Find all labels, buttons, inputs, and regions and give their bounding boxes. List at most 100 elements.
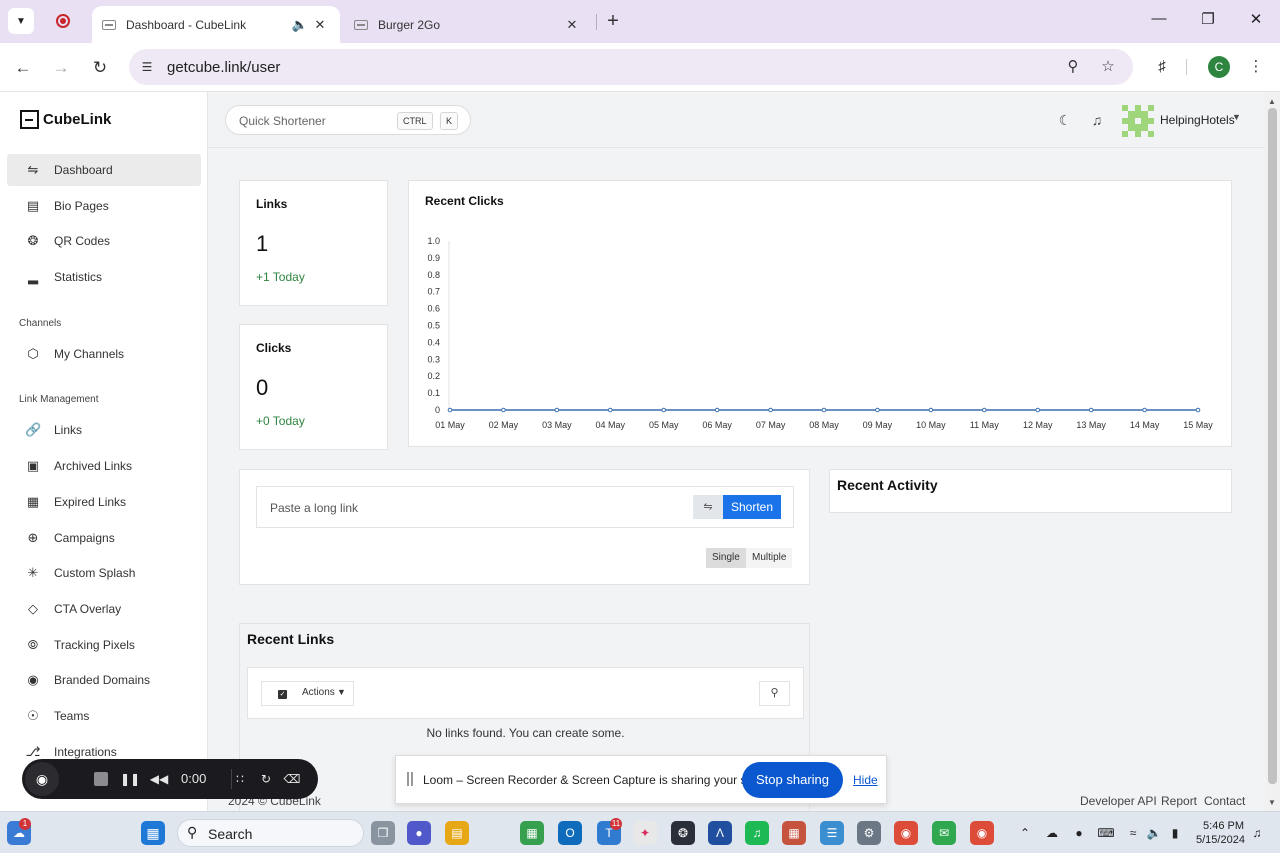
settings-gear-icon[interactable]: ⚙ <box>857 821 881 845</box>
volume-icon[interactable]: 🔈 <box>1145 824 1163 842</box>
actions-dropdown[interactable]: ✓ Actions ▼ <box>261 681 354 706</box>
new-tab-button[interactable]: + <box>602 9 624 33</box>
camera-icon[interactable]: ◉ <box>25 762 59 796</box>
user-menu[interactable]: HelpingHotels <box>1160 113 1235 127</box>
wifi-icon[interactable]: ≈ <box>1124 824 1142 842</box>
links-stat-card: Links 1 +1 Today <box>239 180 388 306</box>
kebab-menu-icon[interactable]: ⋮ <box>1244 55 1268 79</box>
notepad-icon[interactable]: ☰ <box>820 821 844 845</box>
sidebar-item-qr-codes[interactable]: ❂ QR Codes <box>7 225 201 257</box>
microphone-icon[interactable]: ● <box>1070 824 1088 842</box>
scroll-up-icon[interactable]: ▲ <box>1268 97 1276 106</box>
windows-start-icon[interactable]: ▦ <box>141 821 165 845</box>
url-text[interactable]: getcube.link/user <box>167 59 280 76</box>
reload-button[interactable]: ↻ <box>88 56 112 80</box>
close-tab-icon[interactable]: ✕ <box>562 17 582 33</box>
footer-report-link[interactable]: Report <box>1161 794 1197 808</box>
mode-single-toggle[interactable]: Single <box>706 548 746 568</box>
scrollbar-thumb[interactable] <box>1268 108 1277 784</box>
zoom-icon[interactable]: ⚲ <box>1063 57 1083 77</box>
tab-search-button[interactable]: ▼ <box>8 8 34 34</box>
forward-button[interactable]: → <box>49 56 73 80</box>
sidebar-item-custom-splash[interactable]: ✳ Custom Splash <box>7 557 201 589</box>
notification-bell-icon[interactable]: ♫ <box>1088 111 1106 129</box>
profile-avatar[interactable]: C <box>1208 56 1230 78</box>
minimize-button[interactable]: — <box>1149 10 1169 32</box>
tab-burger2go[interactable]: Burger 2Go ✕ <box>344 6 592 43</box>
site-info-icon[interactable]: ☰ <box>137 57 157 77</box>
record-icon <box>56 14 70 28</box>
sidebar-item-expired-links[interactable]: ▦ Expired Links <box>7 486 201 518</box>
chevron-down-icon[interactable]: ▼ <box>1232 112 1241 122</box>
taskbar-search[interactable]: ⚲ Search <box>177 819 364 847</box>
cloud-sync-icon[interactable]: ☁ <box>1043 824 1061 842</box>
user-avatar[interactable] <box>1122 105 1154 137</box>
battery-icon[interactable]: ▮ <box>1166 824 1184 842</box>
close-window-button[interactable]: ✕ <box>1246 10 1266 32</box>
sidebar-item-statistics[interactable]: ▂ Statistics <box>7 261 201 293</box>
chrome-profile-icon[interactable]: ◉ <box>970 821 994 845</box>
sidebar-item-teams[interactable]: ☉ Teams <box>7 700 201 732</box>
back-button[interactable]: ← <box>11 56 35 80</box>
long-link-input[interactable]: Paste a long link ⇋ Shorten <box>256 486 794 528</box>
mode-multiple-toggle[interactable]: Multiple <box>746 548 793 568</box>
sidebar-item-bio-pages[interactable]: ▤ Bio Pages <box>7 190 201 222</box>
restart-icon[interactable]: ↻ <box>256 769 276 789</box>
links-search-button[interactable]: ⚲ <box>759 681 790 706</box>
spotify-icon[interactable]: ♫ <box>745 821 769 845</box>
close-tab-icon[interactable]: ✕ <box>310 17 330 33</box>
arc-app-icon[interactable]: Λ <box>708 821 732 845</box>
shorten-button[interactable]: Shorten <box>723 495 781 519</box>
sidebar-item-cta-overlay[interactable]: ◇ CTA Overlay <box>7 593 201 625</box>
recording-indicator[interactable] <box>50 8 76 34</box>
page-scrollbar[interactable]: ▲ ▼ <box>1265 92 1280 811</box>
taskbar-clock[interactable]: 5:46 PM 5/15/2024 <box>1196 819 1245 847</box>
trash-icon[interactable]: ⌫ <box>282 769 302 789</box>
speaker-icon[interactable]: 🔈 <box>290 17 310 33</box>
y-tick-label: 0.4 <box>427 337 440 347</box>
stop-recording-button[interactable] <box>91 769 111 789</box>
select-all-checkbox[interactable]: ✓ <box>278 690 287 699</box>
address-bar[interactable]: ☰ getcube.link/user ⚲ ☆ <box>129 49 1133 85</box>
sidebar-item-my-channels[interactable]: ⬡ My Channels <box>7 338 201 370</box>
quick-shortener-input[interactable]: Quick Shortener CTRL K <box>225 105 471 135</box>
stop-sharing-button[interactable]: Stop sharing <box>742 762 843 798</box>
sidebar-item-archived-links[interactable]: ▣ Archived Links <box>7 450 201 482</box>
sidebar-item-branded-domains[interactable]: ◉ Branded Domains <box>7 664 201 696</box>
tab-dashboard[interactable]: Dashboard - CubeLink 🔈 ✕ <box>92 6 340 43</box>
slack-icon[interactable]: ✦ <box>633 821 657 845</box>
file-explorer-icon[interactable]: ▤ <box>445 821 469 845</box>
drag-handle-icon[interactable]: ∷ <box>230 769 250 789</box>
hide-banner-link[interactable]: Hide <box>853 773 878 787</box>
restore-button[interactable]: ❐ <box>1198 10 1218 32</box>
notification-bell-icon[interactable]: ♫ <box>1248 824 1266 842</box>
brand-logo[interactable]: CubeLink <box>20 110 111 129</box>
bookmark-star-icon[interactable]: ☆ <box>1098 57 1118 77</box>
rewind-icon[interactable]: ◀◀ <box>149 769 169 789</box>
link-options-button[interactable]: ⇋ <box>693 495 723 519</box>
loom-taskbar-icon[interactable]: ❂ <box>671 821 695 845</box>
sidebar-item-dashboard[interactable]: ⇋ Dashboard <box>7 154 201 186</box>
footer-developer-api-link[interactable]: Developer API <box>1080 794 1157 808</box>
store-icon[interactable]: ▦ <box>520 821 544 845</box>
clipboard-app-icon[interactable]: ▦ <box>782 821 806 845</box>
sidebar-item-campaigns[interactable]: ⊕ Campaigns <box>7 522 201 554</box>
dark-mode-moon-icon[interactable]: ☾ <box>1056 111 1074 129</box>
scroll-down-icon[interactable]: ▼ <box>1268 798 1276 807</box>
drag-handle-icon[interactable] <box>407 772 413 786</box>
line-chat-icon[interactable]: ✉ <box>932 821 956 845</box>
extensions-icon[interactable]: ♯ <box>1150 55 1174 79</box>
task-view-icon[interactable]: ❐ <box>371 821 395 845</box>
burger2go-favicon-icon <box>354 19 368 30</box>
pause-icon[interactable]: ❚❚ <box>120 769 140 789</box>
y-tick-label: 0.1 <box>427 388 440 398</box>
keyboard-icon[interactable]: ⌨ <box>1097 824 1115 842</box>
footer-contact-link[interactable]: Contact <box>1204 794 1245 808</box>
app-header: Quick Shortener CTRL K ☾ ♫ HelpingHotels… <box>208 92 1265 148</box>
outlook-icon[interactable]: O <box>558 821 582 845</box>
chrome-icon[interactable]: ◉ <box>894 821 918 845</box>
sidebar-item-tracking-pixels[interactable]: ⦾ Tracking Pixels <box>7 629 201 661</box>
zoom-app-icon[interactable]: ● <box>407 821 431 845</box>
sidebar-item-links[interactable]: 🔗 Links <box>7 414 201 446</box>
tray-expand-icon[interactable]: ⌃ <box>1016 824 1034 842</box>
